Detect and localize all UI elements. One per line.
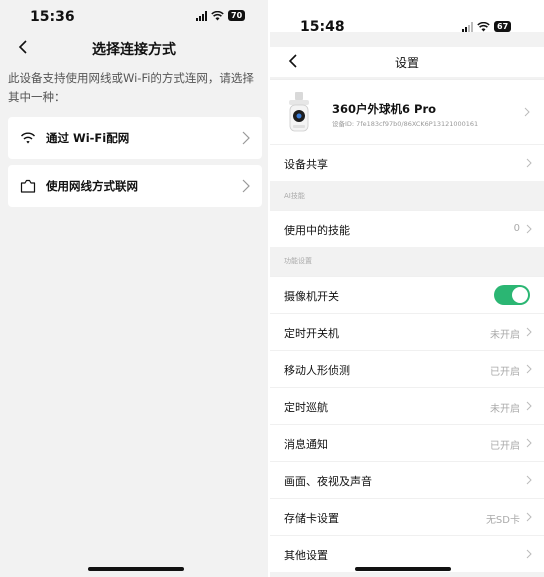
status-time: 15:36 <box>30 9 75 25</box>
battery-icon: 70 <box>228 10 246 21</box>
row-value: 已开启 <box>490 367 520 378</box>
section-title: 功能设置 <box>284 257 312 265</box>
page-title: 设置 <box>394 56 419 70</box>
wifi-option-card[interactable]: 通过 Wi-Fi配网 <box>8 117 262 159</box>
row-label: 其他设置 <box>284 549 328 562</box>
row-value: 无SD卡 <box>485 515 520 526</box>
row-value: 未开启 <box>490 404 520 415</box>
chevron-right-icon <box>526 438 532 448</box>
wifi-icon <box>20 132 36 144</box>
settings-row[interactable]: 消息通知 已开启 <box>270 424 544 461</box>
nav-bar: 设置 <box>270 47 544 77</box>
status-time: 15:48 <box>300 19 345 35</box>
chevron-right-icon <box>526 549 532 559</box>
settings-row[interactable]: 画面、夜视及声音 <box>270 461 544 498</box>
row-label: 设备共享 <box>284 158 328 171</box>
settings-row[interactable]: 移动人形侦测 已开启 <box>270 350 544 387</box>
settings-screen: 15:48 67 设置 360户外球机6 Pro 设备ID: 7fe183cf9… <box>270 0 544 577</box>
battery-icon: 67 <box>494 21 512 32</box>
signal-icon <box>462 21 473 32</box>
page-title: 选择连接方式 <box>92 42 176 58</box>
device-share-row[interactable]: 设备共享 <box>270 144 544 181</box>
row-label: 摄像机开关 <box>284 290 339 303</box>
wifi-status-icon <box>477 21 490 31</box>
skills-row[interactable]: 使用中的技能 0 <box>270 210 544 247</box>
device-name: 360户外球机6 Pro <box>332 102 437 116</box>
chevron-right-icon <box>524 107 530 117</box>
chevron-right-icon <box>526 327 532 337</box>
signal-icon <box>196 10 207 21</box>
connection-description: 此设备支持使用网线或Wi-Fi的方式连网，请选择其中一种： <box>8 71 254 104</box>
row-value: 未开启 <box>490 330 520 341</box>
device-id: 设备ID: 7fe183cf97b0/86XCK6P13121000161 <box>332 120 479 128</box>
row-label: 存储卡设置 <box>284 512 339 525</box>
connection-method-screen: 15:36 70 选择连接方式 此设备支持使用网线或Wi-Fi的方式连网，请选择… <box>0 0 268 577</box>
camera-switch-toggle[interactable] <box>494 285 530 305</box>
home-indicator[interactable] <box>88 567 184 571</box>
row-value: 0 <box>513 223 520 234</box>
row-label: 定时开关机 <box>284 327 339 340</box>
camera-switch-row: 摄像机开关 <box>270 276 544 313</box>
system-icons: 70 <box>196 10 246 21</box>
section-header-ai: AI技能 <box>270 183 544 209</box>
status-bar: 15:48 67 <box>270 0 544 35</box>
row-label: 消息通知 <box>284 438 328 451</box>
row-label: 画面、夜视及声音 <box>284 475 372 488</box>
section-title: AI技能 <box>284 192 305 200</box>
settings-row[interactable]: 定时开关机 未开启 <box>270 313 544 350</box>
ethernet-icon <box>20 179 36 193</box>
chevron-right-icon <box>526 224 532 234</box>
row-label: 移动人形侦测 <box>284 364 350 377</box>
settings-row[interactable]: 定时巡航 未开启 <box>270 387 544 424</box>
row-label: 定时巡航 <box>284 401 328 414</box>
camera-device-icon <box>289 92 309 132</box>
nav-bar: 选择连接方式 <box>0 33 268 63</box>
chevron-right-icon <box>526 158 532 168</box>
chevron-right-icon <box>526 475 532 485</box>
chevron-right-icon <box>242 131 250 145</box>
chevron-right-icon <box>526 512 532 522</box>
row-value: 已开启 <box>490 441 520 452</box>
wifi-option-label: 通过 Wi-Fi配网 <box>46 131 130 145</box>
chevron-right-icon <box>526 401 532 411</box>
home-indicator[interactable] <box>355 567 451 571</box>
row-label: 使用中的技能 <box>284 224 350 237</box>
toggle-knob <box>512 287 528 303</box>
status-bar: 15:36 70 <box>0 0 268 32</box>
ethernet-option-card[interactable]: 使用网线方式联网 <box>8 165 262 207</box>
chevron-right-icon <box>526 364 532 374</box>
chevron-right-icon <box>242 179 250 193</box>
ethernet-option-label: 使用网线方式联网 <box>46 179 138 193</box>
wifi-status-icon <box>211 10 224 20</box>
settings-row[interactable]: 存储卡设置 无SD卡 <box>270 498 544 535</box>
device-info-row[interactable]: 360户外球机6 Pro 设备ID: 7fe183cf97b0/86XCK6P1… <box>270 79 544 145</box>
system-icons: 67 <box>462 21 512 32</box>
section-header-features: 功能设置 <box>270 248 544 274</box>
